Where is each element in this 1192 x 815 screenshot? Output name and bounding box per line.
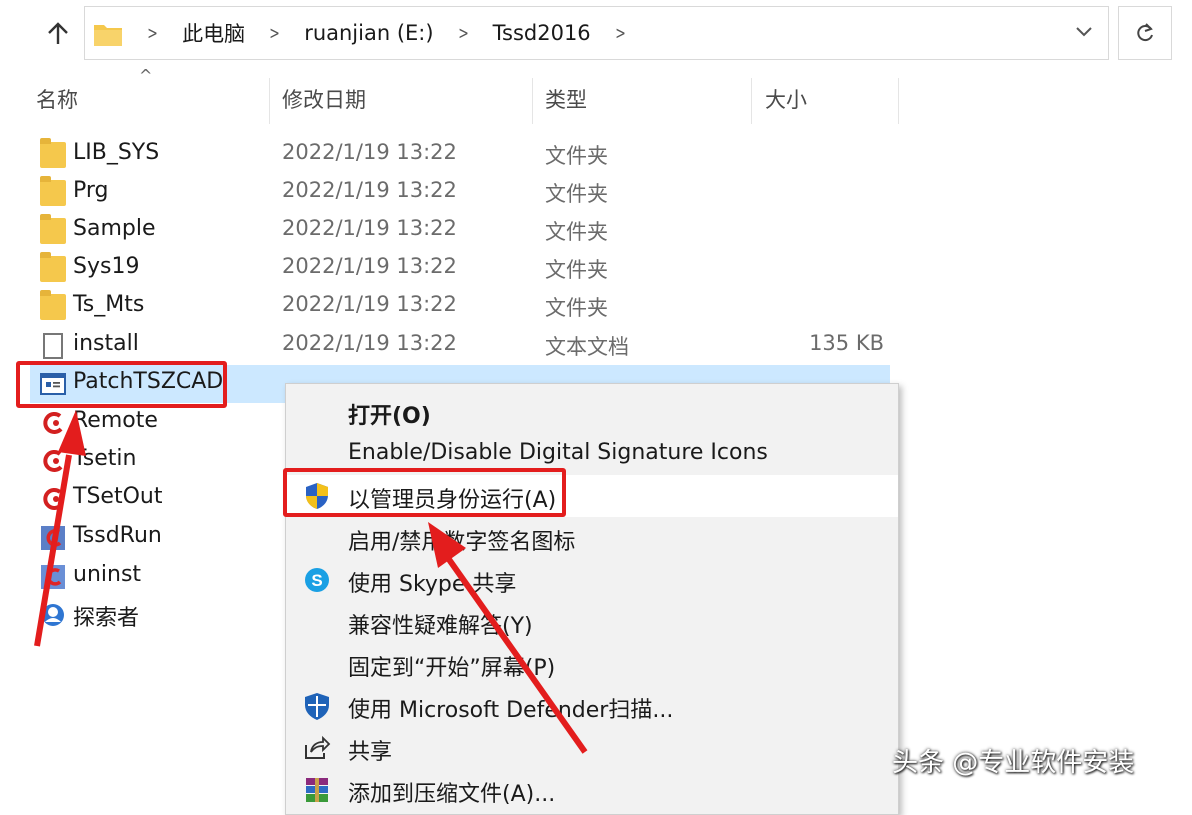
red-arrow-icon — [428, 522, 588, 754]
red-arrow-icon — [34, 410, 86, 647]
watermark: 头条 @专业软件安装 — [892, 748, 1135, 778]
annotation-arrows — [34, 410, 588, 754]
